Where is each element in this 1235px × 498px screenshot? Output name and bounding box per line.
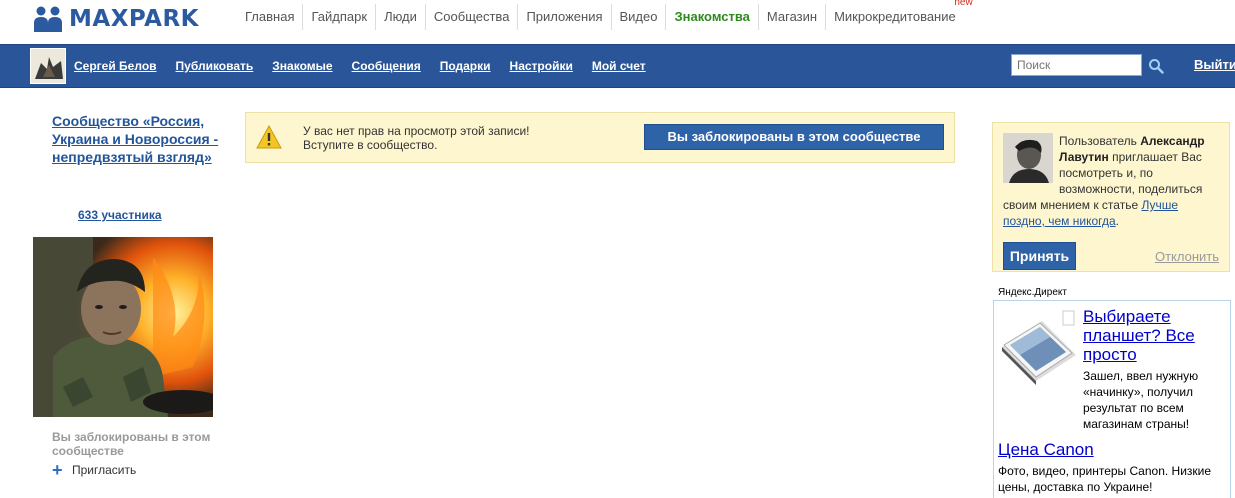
nav-item-microcredit[interactable]: Микрокредитование new: [825, 0, 973, 30]
blocked-button[interactable]: Вы заблокированы в этом сообществе: [644, 124, 944, 150]
user-bar: Сергей Белов Публиковать Знакомые Сообще…: [0, 44, 1235, 88]
community-title[interactable]: Сообщество «Россия, Украина и Новороссия…: [52, 112, 222, 166]
invitation-prefix: Пользователь: [1059, 134, 1141, 148]
community-photo-image: [33, 237, 213, 417]
nav-item-microcredit-label: Микрокредитование: [834, 9, 956, 24]
nav-item-communities[interactable]: Сообщества: [424, 4, 518, 30]
plus-icon: +: [52, 460, 63, 480]
logo-people-icon: [34, 6, 62, 32]
nav-item-home[interactable]: Главная: [237, 4, 302, 30]
top-bar: MAXPARK Главная Гайдпарк Люди Сообщества…: [0, 0, 1235, 44]
invite-label: Пригласить: [72, 463, 137, 477]
invite-button[interactable]: + Пригласить: [52, 460, 137, 480]
ads-label: Яндекс.Директ: [998, 287, 1067, 298]
ad-2-text: Фото, видео, принтеры Canon. Низкие цены…: [998, 464, 1212, 494]
invitation-box: Пользователь Александр Лавутин приглашае…: [992, 122, 1230, 272]
invitation-text: Пользователь Александр Лавутин приглашае…: [1003, 133, 1223, 229]
community-members-count[interactable]: 633 участника: [78, 208, 162, 222]
user-avatar[interactable]: [30, 48, 66, 84]
messages-link[interactable]: Сообщения: [352, 59, 421, 73]
user-avatar-image: [31, 49, 65, 83]
new-badge: new: [954, 0, 973, 8]
logo-text: MAXPARK: [69, 6, 199, 32]
community-photo[interactable]: [33, 237, 213, 417]
access-notice: У вас нет прав на просмотр этой записи! …: [245, 112, 955, 163]
blocked-note: Вы заблокированы в этом сообществе: [52, 430, 211, 458]
ads-block: Выбираете планшет? Все просто Зашел, вве…: [993, 300, 1231, 498]
ad-1-text: Зашел, ввел нужную «начинку», получил ре…: [1083, 369, 1199, 431]
publish-link[interactable]: Публиковать: [176, 59, 254, 73]
notice-line-1: У вас нет прав на просмотр этой записи!: [303, 124, 530, 138]
my-account-link[interactable]: Мой счет: [592, 59, 646, 73]
ad-1-title[interactable]: Выбираете планшет? Все просто: [1083, 307, 1223, 364]
notice-line-2: Вступите в сообщество.: [303, 138, 438, 152]
friends-link[interactable]: Знакомые: [272, 59, 332, 73]
logout-link[interactable]: Выйти: [1194, 57, 1235, 72]
decline-link[interactable]: Отклонить: [1155, 249, 1219, 264]
nav-item-video[interactable]: Видео: [610, 4, 666, 30]
nav-item-dating[interactable]: Знакомства: [665, 4, 757, 30]
nav-item-shop[interactable]: Магазин: [757, 4, 825, 30]
search-icon[interactable]: [1148, 58, 1164, 74]
logo[interactable]: MAXPARK: [33, 4, 199, 34]
user-name-link[interactable]: Сергей Белов: [74, 59, 157, 73]
top-nav: Главная Гайдпарк Люди Сообщества Приложе…: [237, 0, 973, 30]
user-links: Сергей Белов Публиковать Знакомые Сообще…: [74, 45, 665, 87]
nav-item-hydepark[interactable]: Гайдпарк: [302, 4, 375, 30]
notice-message: У вас нет прав на просмотр этой записи! …: [303, 124, 529, 152]
nav-item-apps[interactable]: Приложения: [517, 4, 610, 30]
invitation-suffix: .: [1115, 214, 1120, 228]
ad-2-title[interactable]: Цена Canon: [998, 440, 1094, 460]
settings-link[interactable]: Настройки: [510, 59, 573, 73]
gifts-link[interactable]: Подарки: [440, 59, 491, 73]
tablet-ad-image[interactable]: [998, 307, 1078, 385]
search-input[interactable]: [1011, 54, 1142, 76]
nav-item-people[interactable]: Люди: [375, 4, 425, 30]
accept-button[interactable]: Принять: [1003, 242, 1076, 270]
warning-icon: [256, 125, 282, 149]
